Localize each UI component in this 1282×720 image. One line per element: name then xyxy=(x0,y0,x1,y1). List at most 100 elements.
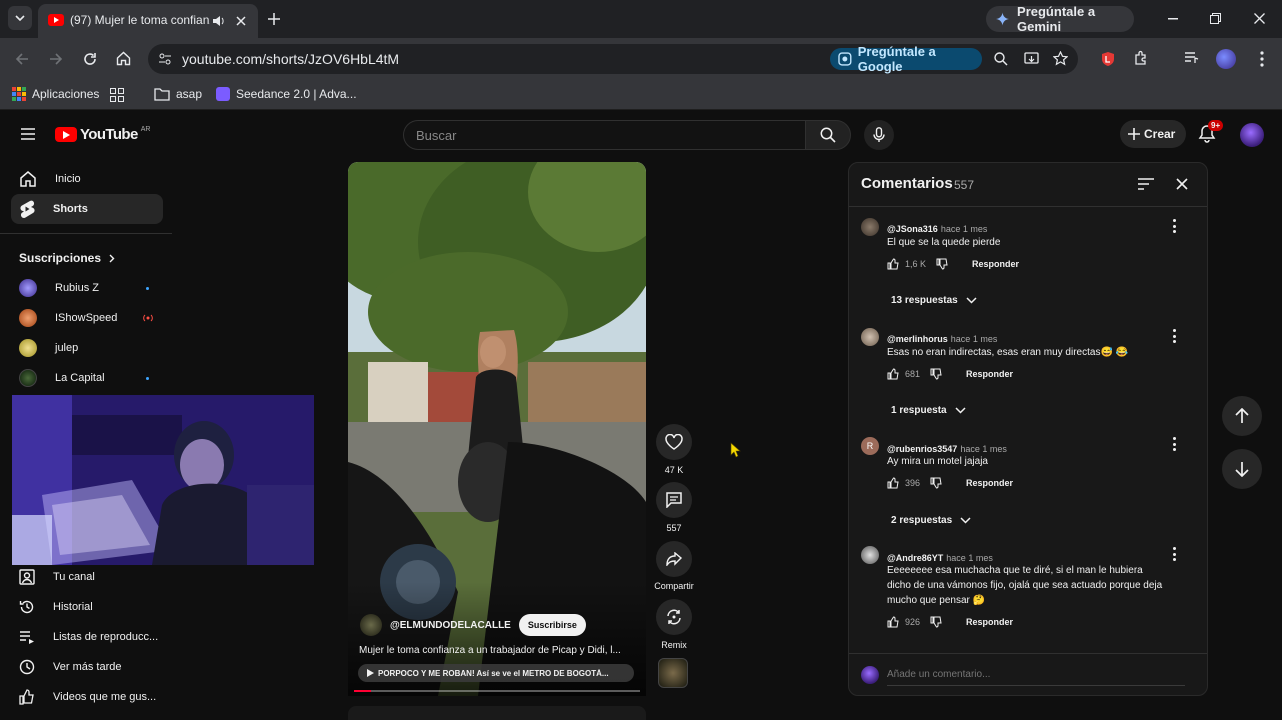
share-button[interactable] xyxy=(656,541,692,577)
replies-toggle[interactable]: 13 respuestas xyxy=(891,295,977,306)
comments-button[interactable] xyxy=(656,482,692,518)
hamburger-menu-icon[interactable] xyxy=(21,128,35,140)
omnibox[interactable]: youtube.com/shorts/JzOV6HbL4tM Pregúntal… xyxy=(148,44,1078,74)
close-window-icon[interactable] xyxy=(1254,13,1265,24)
comment-more-icon[interactable] xyxy=(1171,437,1177,451)
subscribe-button[interactable]: Suscribirse xyxy=(518,614,586,636)
create-button[interactable]: Crear xyxy=(1120,120,1186,148)
gemini-button[interactable]: Pregúntale a Gemini xyxy=(986,4,1134,34)
comment-avatar[interactable] xyxy=(861,328,879,346)
reply-button[interactable]: Responder xyxy=(972,259,1019,269)
new-content-dot xyxy=(146,286,149,290)
remix-label: Remix xyxy=(661,640,687,650)
sidebar-item-ver-mas-tarde[interactable]: Ver más tarde xyxy=(11,652,163,682)
comment-more-icon[interactable] xyxy=(1171,329,1177,343)
notifications-button[interactable]: 9+ xyxy=(1198,120,1224,146)
replies-toggle[interactable]: 1 respuesta xyxy=(891,405,966,416)
sort-icon[interactable] xyxy=(1138,178,1154,190)
media-controls-icon[interactable] xyxy=(1184,52,1199,64)
zoom-icon[interactable] xyxy=(994,52,1008,66)
site-info-icon[interactable] xyxy=(158,52,172,66)
new-tab-button[interactable] xyxy=(262,7,286,31)
comment-more-icon[interactable] xyxy=(1171,219,1177,233)
youtube-logo[interactable]: YouTube AR xyxy=(55,126,150,143)
video-title[interactable]: Mujer le toma confianza a un trabajador … xyxy=(359,645,639,656)
previous-short-button[interactable] xyxy=(1222,396,1262,436)
speaker-icon[interactable] xyxy=(212,15,226,27)
comment-input[interactable] xyxy=(887,664,1185,686)
profile-avatar[interactable] xyxy=(1216,49,1236,69)
comment-author[interactable]: @rubenrios3547 xyxy=(887,444,957,454)
sidebar-item-shorts[interactable]: Shorts xyxy=(11,194,163,224)
reply-button[interactable]: Responder xyxy=(966,617,1013,627)
extension-shield-icon[interactable] xyxy=(1101,51,1115,67)
comment-author[interactable]: @JSona316 xyxy=(887,224,938,234)
shorts-video-player[interactable]: @ELMUNDODELACALLE Suscribirse Mujer le t… xyxy=(348,162,646,696)
home-icon[interactable] xyxy=(116,51,131,66)
restore-icon[interactable] xyxy=(1210,13,1221,24)
thumb-down-icon[interactable] xyxy=(930,616,942,628)
minimize-icon[interactable] xyxy=(1168,18,1178,20)
search-input[interactable] xyxy=(404,121,805,149)
sidebar-item-historial[interactable]: Historial xyxy=(11,592,163,622)
comment-avatar[interactable]: R xyxy=(861,437,879,455)
subscription-label: IShowSpeed xyxy=(55,312,118,324)
comments-title: Comentarios xyxy=(861,175,953,192)
search-button[interactable] xyxy=(805,120,851,150)
reply-button[interactable]: Responder xyxy=(966,369,1013,379)
thumb-up-icon[interactable] xyxy=(887,477,899,489)
sidebar-item-inicio[interactable]: Inicio xyxy=(11,164,163,194)
forward-icon[interactable] xyxy=(49,52,63,66)
thumb-up-icon[interactable] xyxy=(887,616,899,628)
comment-actions: 926 Responder xyxy=(887,616,1013,628)
subscription-la-capital[interactable]: La Capital xyxy=(11,365,163,391)
comment-avatar[interactable] xyxy=(861,546,879,564)
subscription-ishowspeed[interactable]: IShowSpeed xyxy=(11,305,163,331)
bookmark-asap[interactable]: asap xyxy=(154,87,202,101)
install-app-icon[interactable] xyxy=(1024,52,1039,66)
replies-toggle[interactable]: 2 respuestas xyxy=(891,515,971,526)
bookmark-seedance[interactable]: Seedance 2.0 | Adva... xyxy=(216,87,357,101)
voice-search-button[interactable] xyxy=(864,120,894,150)
close-icon[interactable] xyxy=(1176,178,1188,190)
channel-name[interactable]: @ELMUNDODELACALLE xyxy=(390,620,511,631)
related-video-chip[interactable]: PORPOCO Y ME ROBAN! Así se ve el METRO D… xyxy=(358,664,634,682)
lens-icon xyxy=(838,52,852,66)
grid-icon[interactable] xyxy=(110,88,124,102)
thumb-down-icon[interactable] xyxy=(930,477,942,489)
comment-author[interactable]: @merlinhorus xyxy=(887,334,948,344)
sidebar-item-listas[interactable]: Listas de reproducc... xyxy=(11,622,163,652)
next-video-preview[interactable] xyxy=(348,706,646,720)
sidebar-item-tu-canal[interactable]: Tu canal xyxy=(11,562,163,592)
like-button[interactable] xyxy=(656,424,692,460)
thumb-up-icon[interactable] xyxy=(887,258,899,270)
comment-author[interactable]: @Andre86YT xyxy=(887,553,943,563)
comment-more-icon[interactable] xyxy=(1171,547,1177,561)
reply-button[interactable]: Responder xyxy=(966,478,1013,488)
bookmark-star-icon[interactable] xyxy=(1053,51,1068,66)
ask-google-button[interactable]: Pregúntale a Google xyxy=(830,44,982,74)
bookmark-apps[interactable]: Aplicaciones xyxy=(12,87,99,101)
close-tab-icon[interactable] xyxy=(236,16,246,26)
browser-tab[interactable]: (97) Mujer le toma confianz xyxy=(38,4,258,38)
progress-bar[interactable] xyxy=(354,690,640,692)
comment-input-row xyxy=(849,653,1207,695)
subscription-julep[interactable]: julep xyxy=(11,335,163,361)
account-avatar[interactable] xyxy=(1240,123,1264,147)
extensions-icon[interactable] xyxy=(1133,50,1149,66)
reload-icon[interactable] xyxy=(83,52,97,66)
remix-button[interactable] xyxy=(656,599,692,635)
tab-search-button[interactable] xyxy=(8,6,32,30)
next-short-button[interactable] xyxy=(1222,449,1262,489)
comment-avatar[interactable] xyxy=(861,218,879,236)
thumb-down-icon[interactable] xyxy=(936,258,948,270)
sound-thumbnail[interactable] xyxy=(658,658,688,688)
back-icon[interactable] xyxy=(15,52,29,66)
subscriptions-header[interactable]: Suscripciones xyxy=(19,251,115,265)
thumb-down-icon[interactable] xyxy=(930,368,942,380)
chrome-menu-icon[interactable] xyxy=(1260,51,1264,67)
thumb-up-icon[interactable] xyxy=(887,368,899,380)
channel-avatar[interactable] xyxy=(360,614,382,636)
subscription-rubius[interactable]: Rubius Z xyxy=(11,275,163,301)
sidebar-item-videos-gustan[interactable]: Videos que me gus... xyxy=(11,682,163,712)
